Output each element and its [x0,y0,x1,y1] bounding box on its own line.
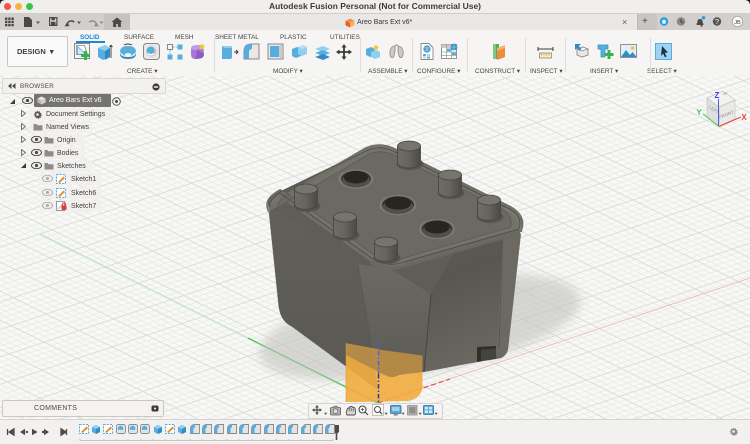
svg-text:?: ? [715,17,719,26]
svg-text:Z: Z [715,91,720,100]
svg-text:UP: UP [723,92,729,96]
svg-text:X: X [741,113,747,122]
svg-text:Y: Y [696,108,702,117]
svg-text:JB: JB [734,20,741,26]
